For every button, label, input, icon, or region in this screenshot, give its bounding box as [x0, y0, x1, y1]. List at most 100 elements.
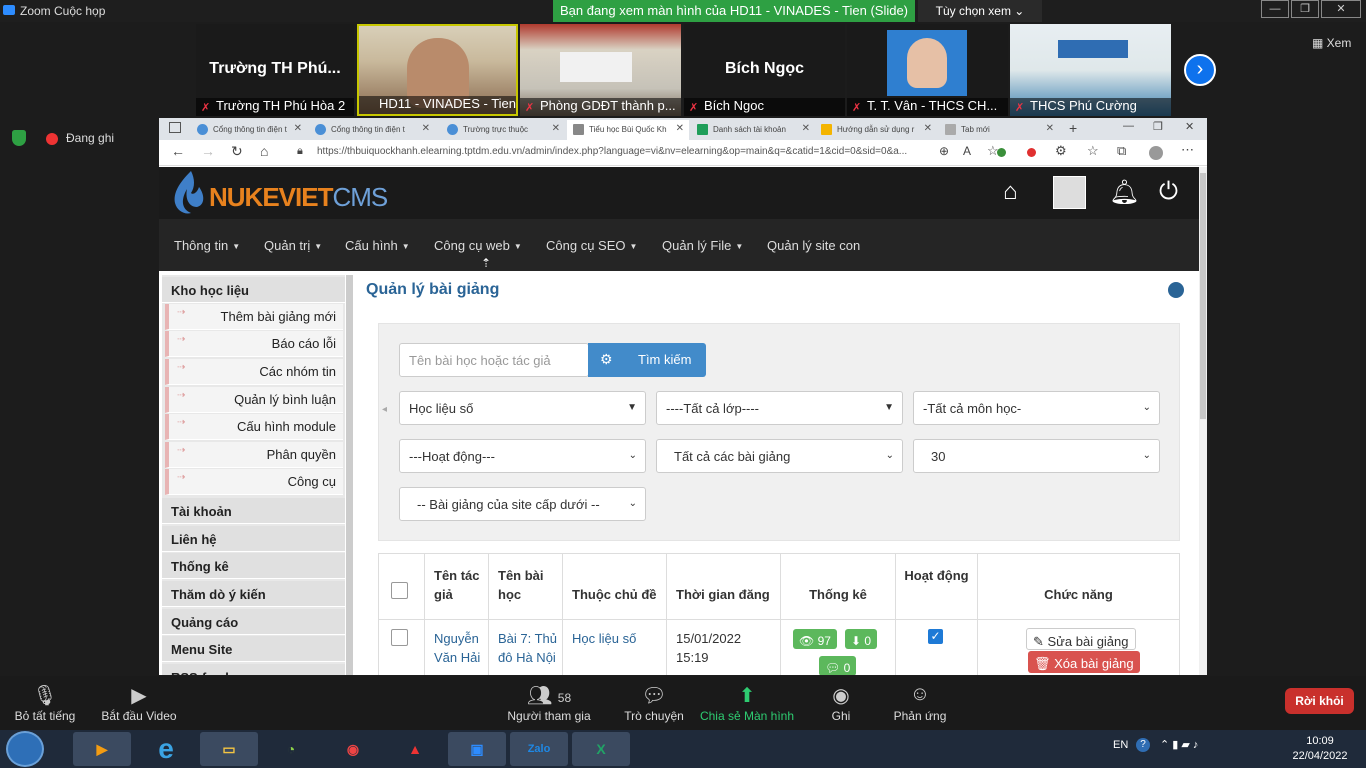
sidebar-item[interactable]: ⇢ Cấu hình module [165, 414, 343, 440]
column-header[interactable]: Tên tác giả [425, 554, 489, 620]
reload-icon[interactable]: ↻ [231, 143, 243, 160]
participant-tile[interactable]: Trường TH Phú... ✗ Trường TH Phú Hòa 2 [196, 24, 354, 116]
windows-start-icon[interactable] [6, 731, 44, 767]
home-icon[interactable]: ⌂ [1003, 178, 1018, 206]
source-select[interactable]: Học liệu số ▼ [399, 391, 646, 425]
menu-quan-ly-file[interactable]: Quản lý File ▼ [662, 238, 743, 253]
coccoc-icon[interactable]: ◔ [262, 732, 320, 766]
view-button[interactable]: ▦ Xem [1312, 36, 1351, 50]
page-scrollbar-thumb[interactable] [1200, 173, 1206, 419]
start-video-button[interactable]: ▶ Bắt đầu Video [84, 683, 194, 723]
lesson-link[interactable]: Bài 7: Thủ đô Hà Nội [489, 620, 563, 675]
read-aloud-icon[interactable]: A [963, 144, 971, 158]
adblock-extension-icon[interactable] [1027, 148, 1036, 157]
edit-lecture-button[interactable]: ✎ Sửa bài giảng [1026, 628, 1136, 650]
subject-select[interactable]: -Tất cả môn học- ⌄ [913, 391, 1160, 425]
site-logo[interactable]: NUKEVIETCMS [209, 182, 388, 213]
favorites-bar-icon[interactable]: ☆ [1087, 143, 1099, 159]
lecture-filter-select[interactable]: Tất cả các bài giảng ⌄ [656, 439, 903, 473]
active-checkbox[interactable]: ✓ [928, 629, 943, 644]
menu-quan-tri[interactable]: Quản trị ▼ [264, 238, 322, 253]
author-link[interactable]: Nguyễn Văn Hải [425, 620, 489, 675]
sidebar-item[interactable]: ⇢ Công cụ [165, 469, 343, 495]
select-all-checkbox[interactable] [391, 582, 408, 599]
column-header[interactable]: Tên bài học [489, 554, 563, 620]
leave-meeting-button[interactable]: Rời khỏi [1285, 688, 1354, 714]
browser-tab-active[interactable]: Tiểu học Bùi Quốc Kh ✕ [567, 120, 689, 140]
nukeviet-logo-icon[interactable] [171, 169, 207, 215]
browser-tab[interactable]: Trường trực thuộc ✕ [441, 120, 565, 140]
browser-tab[interactable]: Danh sách tài khoản ✕ [691, 120, 815, 140]
browser-close-icon[interactable]: ✕ [1185, 120, 1194, 133]
sidebar-group[interactable]: Quảng cáo [162, 609, 345, 635]
search-button[interactable]: ⚙ Tìm kiếm [588, 343, 706, 377]
search-input[interactable]: Tên bài học hoặc tác giả [399, 343, 589, 377]
more-menu-icon[interactable]: ⋯ [1181, 142, 1194, 158]
reactions-button[interactable]: ☺ Phản ứng [865, 683, 975, 723]
browser-tab[interactable]: Cổng thông tin điện t ✕ [309, 120, 435, 140]
lock-icon[interactable]: 🔒︎ [297, 145, 303, 158]
globe-icon[interactable] [1168, 282, 1184, 298]
sidebar-group-kho-hoc-lieu[interactable]: Kho học liệu [162, 277, 345, 303]
browser-tab[interactable]: Cổng thông tin điện t ✕ [191, 120, 307, 140]
participant-tile[interactable]: ✗ T. T. Vân - THCS CH... [847, 24, 1008, 116]
help-icon[interactable]: ? [1136, 738, 1150, 752]
column-header[interactable]: Thống kê [781, 554, 896, 620]
zoom-lens-icon[interactable]: ⊕ [939, 144, 949, 158]
menu-thong-tin[interactable]: Thông tin ▼ [174, 238, 240, 253]
profile-icon[interactable] [1149, 146, 1163, 160]
collections-icon[interactable]: ⧉ [1117, 143, 1126, 159]
next-page-arrow-icon[interactable]: › [1184, 54, 1216, 86]
file-explorer-icon[interactable]: ▭ [200, 732, 258, 766]
participant-tile-active[interactable]: HD11 - VINADES - Tien (... [357, 24, 518, 116]
delete-lecture-button[interactable]: 🗑︎ Xóa bài giảng [1028, 651, 1140, 673]
pdf-reader-icon[interactable]: ▲ [386, 732, 444, 766]
participant-tile[interactable]: ✗ Phòng GDĐT thành p... [520, 24, 681, 116]
sidebar-item[interactable]: ⇢ Thêm bài giảng mới [165, 304, 343, 330]
user-avatar[interactable] [1053, 176, 1086, 209]
excel-icon[interactable]: X [572, 732, 630, 766]
view-options-button[interactable]: Tùy chọn xem ⌄ [918, 0, 1042, 22]
menu-cau-hinh[interactable]: Cấu hình ▼ [345, 238, 410, 253]
browser-tab[interactable]: Tab mới ✕ [939, 120, 1059, 140]
subsite-select[interactable]: -- Bài giảng của site cấp dưới -- ⌄ [399, 487, 646, 521]
media-player-icon[interactable]: ▶ [73, 732, 131, 766]
zoom-app-icon[interactable]: ▣ [448, 732, 506, 766]
participants-button[interactable]: 👥︎ 58 Người tham gia [494, 683, 604, 723]
browser-maximize-icon[interactable]: ❐ [1153, 120, 1163, 133]
menu-quan-ly-site-con[interactable]: Quản lý site con [767, 238, 860, 253]
taskbar-clock[interactable]: 10:09 22/04/2022 [1285, 734, 1355, 764]
column-header[interactable]: Thời gian đăng [667, 554, 781, 620]
column-header[interactable]: Thuộc chủ đề [563, 554, 667, 620]
sidebar-item[interactable]: ⇢ Báo cáo lỗi [165, 331, 343, 357]
language-indicator[interactable]: EN [1113, 739, 1128, 751]
browser-minimize-icon[interactable]: — [1123, 120, 1134, 132]
sidebar-group[interactable]: Menu Site [162, 636, 345, 662]
sidebar-group[interactable]: Liên hệ [162, 526, 345, 552]
column-header[interactable]: Chức năng [978, 554, 1179, 620]
sidebar-item[interactable]: ⇢ Các nhóm tin [165, 359, 343, 385]
tab-actions-icon[interactable] [169, 122, 181, 133]
home-icon[interactable]: ⌂ [260, 143, 268, 159]
zalo-icon[interactable]: Zalo [510, 732, 568, 766]
notification-bell-icon[interactable]: 🔔︎ [1109, 178, 1139, 207]
participant-tile[interactable]: ✗ THCS Phú Cường [1010, 24, 1171, 116]
sidebar-item[interactable]: ⇢ Quản lý bình luận [165, 387, 343, 413]
participant-tile[interactable]: Bích Ngọc ✗ Bích Ngoc [684, 24, 845, 116]
sidebar-item[interactable]: ⇢ Phân quyền [165, 442, 343, 468]
per-page-select[interactable]: 30 ⌄ [913, 439, 1160, 473]
menu-cong-cu-web[interactable]: Công cụ web ▼ [434, 238, 522, 253]
extensions-icon[interactable]: ⚙ [1055, 143, 1067, 159]
sidebar-group[interactable]: Tài khoản [162, 498, 345, 524]
url-field[interactable]: https://thbuiquockhanh.elearning.tptdm.e… [317, 146, 907, 157]
sidebar-group[interactable]: Thống kê [162, 553, 345, 579]
extension-icon[interactable] [997, 148, 1006, 157]
logout-power-icon[interactable]: ⏻ [1159, 178, 1178, 206]
sidebar-scrollbar[interactable] [346, 275, 353, 675]
sidebar-group[interactable]: RSS-feeds [162, 664, 345, 675]
grade-select[interactable]: ----Tất cả lớp---- ▼ [656, 391, 903, 425]
tray-icons[interactable]: ⌃ ▮ ▰ ♪ [1160, 738, 1198, 751]
menu-cong-cu-seo[interactable]: Công cụ SEO ▼ [546, 238, 637, 253]
maximize-icon[interactable]: ❐ [1291, 0, 1319, 18]
browser-tab[interactable]: Hướng dẫn sử dụng r ✕ [815, 120, 937, 140]
